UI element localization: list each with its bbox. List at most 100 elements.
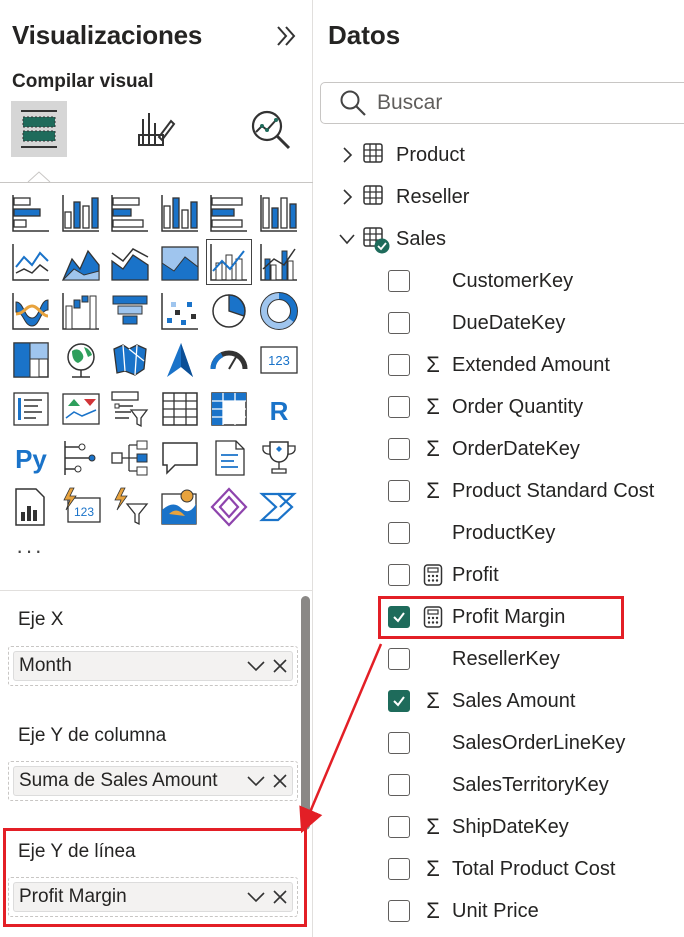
field-product-standard-cost[interactable]: Σ Product Standard Cost	[388, 471, 654, 511]
table-visual[interactable]	[157, 386, 203, 432]
filled-map-icon	[113, 344, 147, 376]
matrix-visual[interactable]	[206, 386, 252, 432]
field-salesterritorykey[interactable]: SalesTerritoryKey	[388, 765, 609, 805]
kpi-icon	[61, 393, 100, 425]
funnel-chart-visual[interactable]	[107, 288, 153, 334]
100-stacked-area-chart-visual[interactable]	[157, 239, 203, 285]
treemap-visual[interactable]	[8, 337, 54, 383]
field-customerkey[interactable]: CustomerKey	[388, 261, 573, 301]
field-checkbox[interactable]	[388, 732, 410, 754]
azure-map-visual[interactable]	[157, 337, 203, 383]
field-checkbox[interactable]	[388, 690, 410, 712]
100-stacked-bar-chart-visual[interactable]	[206, 190, 252, 236]
waterfall-chart-visual[interactable]	[58, 288, 104, 334]
field-unit-price[interactable]: Σ Unit Price	[388, 891, 539, 931]
line-and-clustered-column-chart-visual[interactable]	[256, 239, 302, 285]
search-box[interactable]	[320, 82, 684, 124]
table-product[interactable]: Product	[334, 135, 465, 175]
wells-scrollbar[interactable]	[301, 596, 310, 830]
field-resellerkey[interactable]: ResellerKey	[388, 639, 560, 679]
column-y-field-pill[interactable]: Suma de Sales Amount	[13, 766, 293, 796]
line-and-stacked-column-chart-visual[interactable]	[206, 239, 253, 285]
chevron-right-icon[interactable]	[334, 184, 360, 210]
format-visual-tab[interactable]	[127, 101, 183, 157]
more-visuals-button[interactable]: ···	[16, 538, 44, 564]
qa-visual[interactable]	[157, 435, 203, 481]
field-total-product-cost[interactable]: Σ Total Product Cost	[388, 849, 615, 889]
line-y-well-highlight	[3, 828, 307, 927]
field-extended-amount[interactable]: Σ Extended Amount	[388, 345, 610, 385]
chevron-down-icon[interactable]	[244, 651, 268, 681]
scatter-chart-visual[interactable]	[157, 288, 203, 334]
paginated-report-visual[interactable]	[8, 484, 54, 530]
key-influencers-visual[interactable]	[58, 435, 104, 481]
field-productkey[interactable]: ProductKey	[388, 513, 555, 553]
column-y-well[interactable]: Suma de Sales Amount	[8, 761, 298, 801]
filled-map-visual[interactable]	[107, 337, 153, 383]
python-visual-visual[interactable]: Py	[8, 435, 54, 481]
field-checkbox[interactable]	[388, 858, 410, 880]
arcgis-map-icon	[161, 489, 197, 525]
field-profit[interactable]: Profit	[388, 555, 499, 595]
close-icon[interactable]	[268, 651, 292, 681]
x-axis-well[interactable]: Month	[8, 646, 298, 686]
power-apps-slicer-visual[interactable]	[107, 484, 153, 530]
field-checkbox[interactable]	[388, 270, 410, 292]
metrics-visual[interactable]	[256, 435, 302, 481]
gauge-visual[interactable]	[206, 337, 252, 383]
100-stacked-column-chart-visual[interactable]	[256, 190, 302, 236]
decomposition-tree-visual[interactable]	[107, 435, 153, 481]
field-checkbox[interactable]	[388, 396, 410, 418]
build-visual-tab[interactable]	[11, 101, 67, 157]
stacked-column-chart-visual[interactable]	[58, 190, 104, 236]
slicer-visual[interactable]	[107, 386, 153, 432]
field-salesorderlinekey[interactable]: SalesOrderLineKey	[388, 723, 625, 763]
donut-chart-visual[interactable]	[256, 288, 302, 334]
field-checkbox[interactable]	[388, 816, 410, 838]
card-visual[interactable]: 123	[256, 337, 302, 383]
search-input[interactable]	[377, 91, 677, 115]
field-checkbox[interactable]	[388, 564, 410, 586]
r-script-visual-visual[interactable]: R	[256, 386, 302, 432]
map-visual[interactable]	[58, 337, 104, 383]
power-apps-card-visual[interactable]: 123	[58, 484, 104, 530]
table-reseller[interactable]: Reseller	[334, 177, 469, 217]
table-sales[interactable]: Sales	[334, 219, 446, 259]
power-automate-visual[interactable]	[256, 484, 302, 530]
field-checkbox[interactable]	[388, 774, 410, 796]
table-icon	[362, 184, 388, 210]
stacked-area-chart-visual[interactable]	[107, 239, 153, 285]
field-orderdatekey[interactable]: Σ OrderDateKey	[388, 429, 580, 469]
r-script-visual-icon: R	[270, 396, 289, 426]
arcgis-map-visual[interactable]	[157, 484, 203, 530]
field-checkbox[interactable]	[388, 354, 410, 376]
clustered-column-chart-visual[interactable]	[157, 190, 203, 236]
area-chart-visual[interactable]	[58, 239, 104, 285]
stacked-bar-chart-visual[interactable]	[8, 190, 54, 236]
field-order-quantity[interactable]: Σ Order Quantity	[388, 387, 583, 427]
field-duedatekey[interactable]: DueDateKey	[388, 303, 565, 343]
power-apps-visual[interactable]	[206, 484, 252, 530]
field-checkbox[interactable]	[388, 480, 410, 502]
line-chart-visual[interactable]	[8, 239, 54, 285]
chevron-down-icon[interactable]	[334, 226, 360, 252]
smart-narrative-visual[interactable]	[206, 435, 252, 481]
field-shipdatekey[interactable]: Σ ShipDateKey	[388, 807, 569, 847]
clustered-bar-chart-visual[interactable]	[107, 190, 153, 236]
field-checkbox[interactable]	[388, 648, 410, 670]
collapse-pane-icon[interactable]	[272, 22, 300, 50]
close-icon[interactable]	[268, 766, 292, 796]
field-checkbox[interactable]	[388, 522, 410, 544]
chevron-down-icon[interactable]	[244, 766, 268, 796]
multi-row-card-visual[interactable]	[8, 386, 54, 432]
pie-chart-visual[interactable]	[206, 288, 252, 334]
field-checkbox[interactable]	[388, 312, 410, 334]
kpi-visual[interactable]	[58, 386, 104, 432]
x-axis-field-pill[interactable]: Month	[13, 651, 293, 681]
analytics-tab[interactable]	[242, 101, 298, 157]
ribbon-chart-visual[interactable]	[8, 288, 54, 334]
chevron-right-icon[interactable]	[334, 142, 360, 168]
field-checkbox[interactable]	[388, 438, 410, 460]
field-sales-amount[interactable]: Σ Sales Amount	[388, 681, 575, 721]
field-checkbox[interactable]	[388, 900, 410, 922]
